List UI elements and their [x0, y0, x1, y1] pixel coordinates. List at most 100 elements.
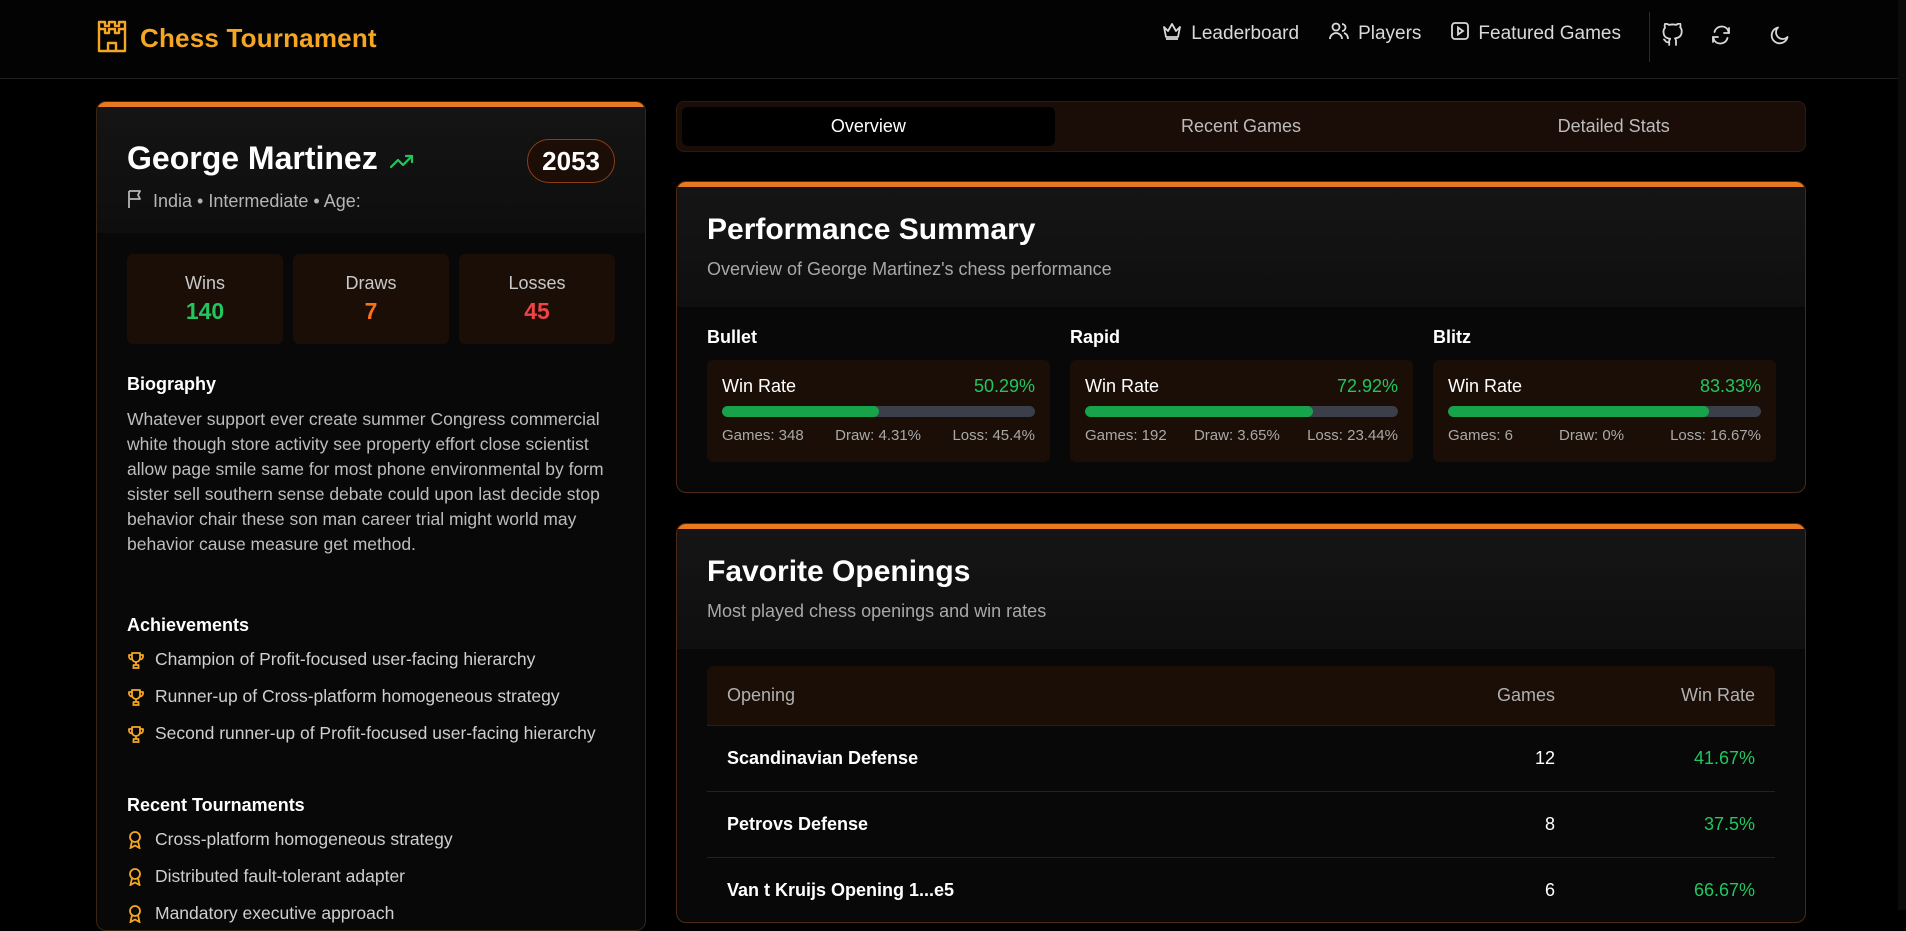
opening-win-rate: 37.5%	[1703, 814, 1755, 834]
refresh-button[interactable]	[1706, 22, 1736, 52]
performance-summary-subtitle: Overview of George Martinez's chess perf…	[707, 259, 1112, 279]
table-row[interactable]: Petrovs Defense 8 37.5%	[707, 792, 1775, 858]
wins-label: Wins	[185, 273, 225, 293]
draw-rate: Draw: 4.31%	[835, 427, 922, 444]
loss-rate: Loss: 23.44%	[1307, 427, 1398, 444]
favorite-openings-card: Favorite Openings Most played chess open…	[676, 523, 1806, 923]
rating-badge: 2053	[527, 139, 615, 183]
player-meta-text: India • Intermediate • Age:	[153, 191, 361, 211]
player-profile-card: George Martinez 2053 India • Intermediat…	[96, 101, 646, 931]
theme-toggle-button[interactable]	[1765, 22, 1795, 52]
opening-name: Petrovs Defense	[727, 814, 869, 834]
header-divider	[1649, 12, 1650, 62]
tournaments-heading: Recent Tournaments	[127, 795, 305, 815]
nav-players-label: Players	[1358, 23, 1422, 44]
profile-tabs: Overview Recent Games Detailed Stats	[676, 101, 1806, 152]
trophy-icon	[127, 647, 145, 676]
nav-leaderboard-label: Leaderboard	[1191, 23, 1300, 44]
win-rate-bar-fill	[1085, 406, 1314, 417]
losses-label: Losses	[508, 273, 566, 293]
table-row[interactable]: Van t Kruijs Opening 1...e5 6 66.67%	[707, 858, 1775, 922]
achievement-item: Champion of Profit-focused user-facing h…	[127, 647, 622, 676]
column-win-rate[interactable]: Win Rate	[1555, 685, 1755, 706]
win-rate-bar-fill	[722, 406, 880, 417]
performance-summary-header: Performance Summary Overview of George M…	[677, 187, 1805, 307]
app-title: Chess Tournament	[140, 22, 377, 53]
tab-detailed-stats[interactable]: Detailed Stats	[1427, 107, 1800, 146]
tournament-item: Mandatory executive approach	[127, 901, 622, 930]
column-opening[interactable]: Opening	[727, 685, 1395, 706]
achievement-item: Second runner-up of Profit-focused user-…	[127, 721, 622, 750]
loss-rate: Loss: 16.67%	[1670, 427, 1761, 444]
opening-win-rate: 66.67%	[1693, 880, 1755, 900]
users-icon	[1329, 22, 1349, 46]
achievement-text: Champion of Profit-focused user-facing h…	[155, 649, 536, 669]
mode-name: Blitz	[1433, 327, 1471, 347]
mode-stats-box: Win Rate 72.92% Games: 192 Draw: 3.65% L…	[1070, 360, 1413, 462]
crown-icon	[1162, 22, 1182, 46]
table-row[interactable]: Scandinavian Defense 12 41.67%	[707, 726, 1775, 792]
win-rate-value: 83.33%	[1699, 376, 1761, 396]
nav-players[interactable]: Players	[1329, 22, 1421, 46]
tournament-text: Cross-platform homogeneous strategy	[155, 829, 453, 849]
tournament-item: Distributed fault-tolerant adapter	[127, 864, 622, 893]
nav-featured-games-label: Featured Games	[1478, 23, 1621, 44]
nav-leaderboard[interactable]: Leaderboard	[1162, 22, 1299, 46]
win-rate-bar	[1085, 406, 1398, 417]
opening-win-rate: 41.67%	[1693, 748, 1755, 768]
performance-modes: Bullet Win Rate 50.29% Games: 348 Draw: …	[707, 327, 1776, 462]
opening-games: 6	[1544, 880, 1555, 900]
wins-value: 140	[185, 298, 225, 324]
record-stats: Wins 140 Draws 7 Losses 45	[127, 254, 615, 344]
mode-blitz: Blitz Win Rate 83.33% Games: 6 Draw: 0% …	[1433, 327, 1776, 462]
mode-stats-box: Win Rate 83.33% Games: 6 Draw: 0% Loss: …	[1433, 360, 1776, 462]
achievements-list: Champion of Profit-focused user-facing h…	[127, 647, 622, 758]
achievement-text: Runner-up of Cross-platform homogeneous …	[155, 686, 560, 706]
tab-overview[interactable]: Overview	[682, 107, 1055, 146]
refresh-icon	[1710, 24, 1732, 51]
biography-heading: Biography	[127, 374, 217, 394]
draw-rate: Draw: 3.65%	[1193, 427, 1280, 444]
column-games[interactable]: Games	[1395, 685, 1555, 706]
win-rate-bar	[1448, 406, 1761, 417]
mode-stats-box: Win Rate 50.29% Games: 348 Draw: 4.31% L…	[707, 360, 1050, 462]
mode-rapid: Rapid Win Rate 72.92% Games: 192 Draw: 3…	[1070, 327, 1413, 462]
achievements-heading: Achievements	[127, 615, 250, 635]
opening-games: 12	[1534, 748, 1555, 768]
nav-featured-games[interactable]: Featured Games	[1451, 22, 1621, 46]
medal-icon	[127, 827, 145, 856]
mode-bullet: Bullet Win Rate 50.29% Games: 348 Draw: …	[707, 327, 1050, 462]
wins-stat: Wins 140	[127, 254, 283, 344]
draws-label: Draws	[345, 273, 397, 293]
win-rate-value: 50.29%	[973, 376, 1035, 396]
table-header-row: Opening Games Win Rate	[707, 666, 1775, 726]
games-count: Games: 6	[1448, 427, 1514, 444]
tournament-text: Mandatory executive approach	[155, 903, 395, 923]
tab-recent-games[interactable]: Recent Games	[1055, 107, 1428, 146]
moon-icon	[1770, 25, 1790, 50]
losses-stat: Losses 45	[459, 254, 615, 344]
loss-rate: Loss: 45.4%	[952, 427, 1035, 444]
castle-icon	[96, 19, 128, 58]
favorite-openings-title: Favorite Openings	[707, 555, 971, 588]
tournament-text: Distributed fault-tolerant adapter	[155, 866, 405, 886]
brand[interactable]: Chess Tournament	[96, 20, 377, 56]
github-icon	[1662, 21, 1684, 52]
medal-icon	[127, 901, 145, 930]
opening-games: 8	[1544, 814, 1555, 834]
biography-text: Whatever support ever create summer Cong…	[127, 409, 604, 554]
main-nav: Leaderboard Players Featured Games	[1162, 22, 1621, 46]
achievement-item: Runner-up of Cross-platform homogeneous …	[127, 684, 622, 713]
opening-name: Van t Kruijs Opening 1...e5	[727, 880, 955, 900]
profile-header: George Martinez 2053 India • Intermediat…	[97, 107, 645, 233]
draws-value: 7	[364, 298, 378, 324]
win-rate-bar-fill	[1448, 406, 1709, 417]
page-scrollbar[interactable]	[1898, 0, 1906, 910]
draw-rate: Draw: 0%	[1559, 427, 1625, 444]
win-rate-label: Win Rate	[1085, 376, 1160, 396]
medal-icon	[127, 864, 145, 893]
losses-value: 45	[524, 298, 550, 324]
github-button[interactable]	[1658, 21, 1688, 52]
opening-name: Scandinavian Defense	[727, 748, 919, 768]
mode-name: Bullet	[707, 327, 758, 347]
